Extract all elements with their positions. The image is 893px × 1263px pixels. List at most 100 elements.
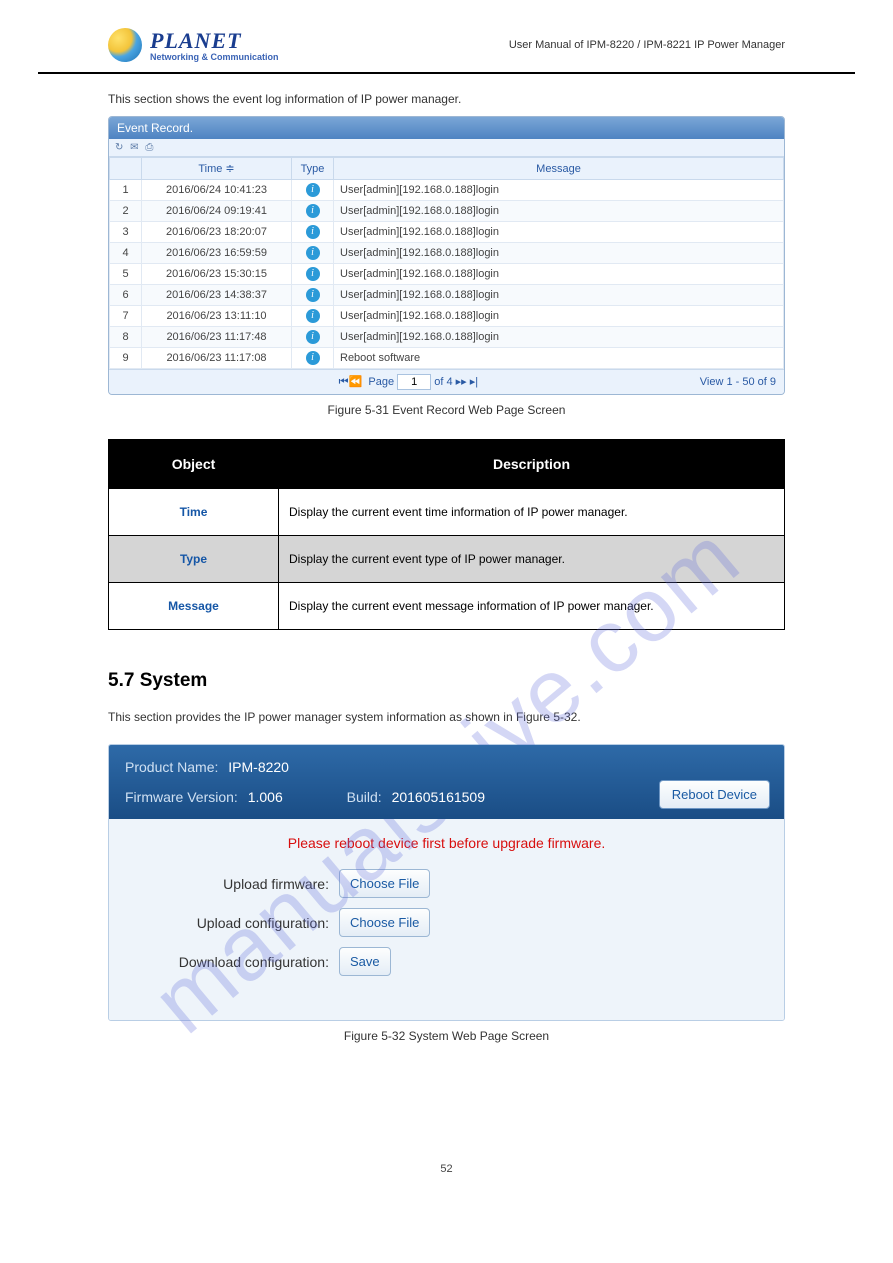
pager-page-total: of 4 ▸▸ ▸| [434,376,478,388]
pager-page-label: Page [368,376,394,388]
table-row: 22016/06/24 09:19:41 i User[admin][192.168… [110,201,784,222]
info-icon: i [306,288,320,302]
download-config-label: Download configuration: [129,954,339,970]
event-grid: Time ≑ Type Message 12016/06/24 10:41:23… [109,157,784,369]
system-panel: Product Name: IPM-8220 Firmware Version:… [108,744,785,1021]
desc-head-description: Description [279,440,785,489]
desc-text: Display the current event type of IP pow… [279,536,785,583]
row-message: User[admin][192.168.0.188]login [334,180,784,201]
table-row: 72016/06/23 13:11:10iUser[admin][192.168… [110,306,784,327]
table-row: 42016/06/23 16:59:59 i User[admin][192.168… [110,243,784,264]
build-label: Build: [347,789,382,805]
figure-caption-531: Figure 5-31 Event Record Web Page Screen [108,403,785,417]
event-record-panel: Event Record. ↻ ✉ ⎙ Time ≑ Type Message [108,116,785,395]
table-row: 62016/06/23 14:38:37 i User[admin][192.168… [110,285,784,306]
desc-row: MessageDisplay the current event message… [109,583,785,630]
intro-text-system: This section provides the IP power manag… [108,710,785,724]
doc-title: User Manual of IPM-8220 / IPM-8221 IP Po… [509,39,785,51]
mail-icon[interactable]: ✉ [130,142,138,153]
table-row: 52016/06/23 15:30:15iUser[admin][192.168… [110,264,784,285]
desc-text: Display the current event message inform… [279,583,785,630]
reboot-warning-text: Please reboot device first before upgrad… [129,835,764,851]
row-message: User[admin][192.168.0.188]login [334,327,784,348]
col-header-time[interactable]: Time ≑ [142,158,292,180]
build-value: 201605161509 [392,789,485,805]
reboot-device-button[interactable]: Reboot Device [659,780,770,809]
print-icon[interactable]: ⎙ [145,142,153,153]
desc-object: Type [109,536,279,583]
info-icon: i [306,351,320,365]
brand-name: PLANET [150,28,279,54]
event-toolbar: ↻ ✉ ⎙ [109,139,784,157]
col-header-message[interactable]: Message [334,158,784,180]
row-index: 9 [110,348,142,369]
info-icon: i [306,225,320,239]
row-message: User[admin][192.168.0.188]login [334,243,784,264]
system-panel-header: Product Name: IPM-8220 Firmware Version:… [109,745,784,819]
pager: ⏮⏪ Page of 4 ▸▸ ▸| View 1 - 50 of 9 [109,369,784,394]
pager-first-icon[interactable]: ⏮⏪ [339,376,363,388]
row-message: User[admin][192.168.0.188]login [334,201,784,222]
desc-head-object: Object [109,440,279,489]
row-time: 2016/06/24 10:41:23 [142,180,292,201]
logo-text: PLANET Networking & Communication [150,28,279,62]
refresh-icon[interactable]: ↻ [115,142,123,153]
row-message: Reboot software [334,348,784,369]
desc-object: Message [109,583,279,630]
product-name-value: IPM-8220 [228,759,289,775]
row-type: i [292,348,334,369]
system-panel-body: Please reboot device first before upgrad… [109,819,784,1020]
event-panel-title: Event Record. [109,117,784,139]
firmware-version-value: 1.006 [248,789,283,805]
row-message: User[admin][192.168.0.188]login [334,285,784,306]
figure-caption-532: Figure 5-32 System Web Page Screen [108,1029,785,1043]
row-index: 2 [110,201,142,222]
download-config-button[interactable]: Save [339,947,391,976]
row-time: 2016/06/23 15:30:15 [142,264,292,285]
row-message: User[admin][192.168.0.188]login [334,222,784,243]
table-row: 82016/06/23 11:17:48iUser[admin][192.168… [110,327,784,348]
desc-object: Time [109,489,279,536]
row-message: User[admin][192.168.0.188]login [334,264,784,285]
row-index: 4 [110,243,142,264]
table-row: 12016/06/24 10:41:23iUser[admin][192.168… [110,180,784,201]
upload-config-label: Upload configuration: [129,915,339,931]
row-index: 8 [110,327,142,348]
row-type: i [292,201,334,222]
row-index: 5 [110,264,142,285]
page-number: 52 [108,1163,785,1175]
pager-summary: View 1 - 50 of 9 [700,376,776,388]
info-icon: i [306,204,320,218]
row-type: i [292,222,334,243]
upload-firmware-button[interactable]: Choose File [339,869,430,898]
row-index: 7 [110,306,142,327]
row-time: 2016/06/24 09:19:41 [142,201,292,222]
row-index: 1 [110,180,142,201]
row-type: i [292,180,334,201]
info-icon: i [306,246,320,260]
upload-firmware-label: Upload firmware: [129,876,339,892]
row-type: i [292,306,334,327]
product-name-label: Product Name: [125,759,218,775]
table-row: 32016/06/23 18:20:07iUser[admin][192.168… [110,222,784,243]
description-table: Object Description TimeDisplay the curre… [108,439,785,630]
info-icon: i [306,309,320,323]
planet-logo-icon [108,28,142,62]
row-type: i [292,285,334,306]
row-time: 2016/06/23 11:17:08 [142,348,292,369]
row-message: User[admin][192.168.0.188]login [334,306,784,327]
col-header-type[interactable]: Type [292,158,334,180]
brand-tagline: Networking & Communication [150,52,279,62]
desc-text: Display the current event time informati… [279,489,785,536]
col-header-blank [110,158,142,180]
row-index: 3 [110,222,142,243]
row-type: i [292,264,334,285]
intro-text-eventlog: This section shows the event log informa… [108,92,785,106]
upload-config-button[interactable]: Choose File [339,908,430,937]
pager-page-input[interactable] [397,374,431,390]
row-index: 6 [110,285,142,306]
row-time: 2016/06/23 14:38:37 [142,285,292,306]
page-header: PLANET Networking & Communication User M… [38,28,855,74]
row-time: 2016/06/23 16:59:59 [142,243,292,264]
desc-row: TimeDisplay the current event time infor… [109,489,785,536]
